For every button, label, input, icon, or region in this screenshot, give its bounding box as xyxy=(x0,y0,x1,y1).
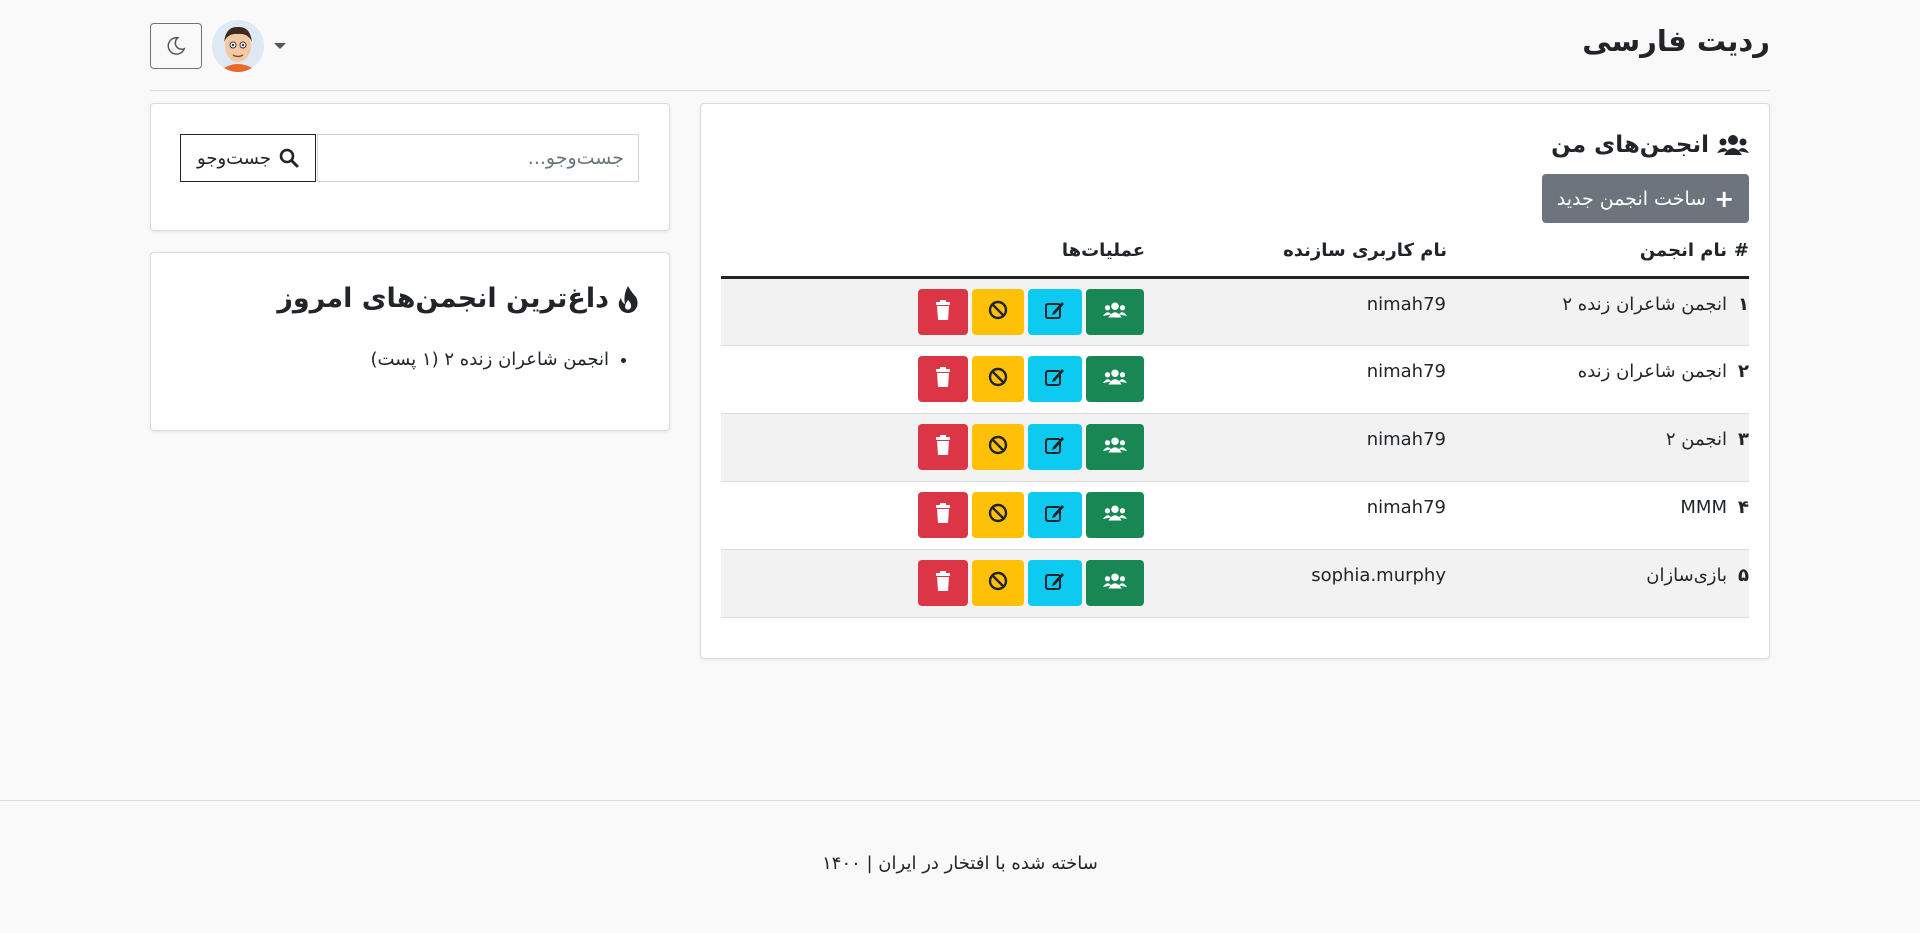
edit-icon xyxy=(1044,299,1066,326)
users-icon xyxy=(1717,135,1749,155)
trash-icon xyxy=(935,366,951,392)
ban-button[interactable] xyxy=(972,289,1024,335)
trash-icon xyxy=(935,570,951,596)
brand-logo[interactable]: ردیت فارسی xyxy=(1582,24,1770,58)
plus-icon: + xyxy=(1714,184,1735,213)
chevron-down-icon[interactable] xyxy=(274,43,286,49)
users-icon xyxy=(1103,572,1127,595)
members-button[interactable] xyxy=(1086,424,1144,470)
table-row: ۱ انجمن شاعران زنده ۲ nimah79 xyxy=(721,277,1749,346)
creator-username: nimah79 xyxy=(1145,277,1447,346)
forum-name[interactable]: بازی‌سازان xyxy=(1447,549,1727,618)
footer-text: ساخته شده با افتخار در ایران | ۱۴۰۰ xyxy=(822,853,1098,874)
ban-icon xyxy=(988,435,1008,460)
row-operations xyxy=(721,549,1145,618)
delete-button[interactable] xyxy=(918,560,968,606)
table-row: ۳ انجمن ۲ nimah79 xyxy=(721,413,1749,482)
users-icon xyxy=(1103,436,1127,459)
row-number: ۲ xyxy=(1727,345,1749,414)
search-input[interactable] xyxy=(317,134,639,182)
search-card: جست‌وجو xyxy=(150,103,670,231)
trash-icon xyxy=(935,434,951,460)
users-icon xyxy=(1103,301,1127,324)
list-item[interactable]: انجمن شاعران زنده ۲ (۱ پست) xyxy=(370,349,609,370)
forum-name[interactable]: انجمن ۲ xyxy=(1447,413,1727,482)
creator-username: nimah79 xyxy=(1145,481,1447,550)
creator-username: nimah79 xyxy=(1145,345,1447,414)
ban-icon xyxy=(988,571,1008,596)
new-forum-button[interactable]: + ساخت انجمن جدید xyxy=(1542,174,1749,223)
row-operations xyxy=(721,481,1145,550)
card-title: انجمن‌های من xyxy=(1551,132,1749,158)
col-forum-name: نام انجمن xyxy=(1447,224,1727,279)
ban-button[interactable] xyxy=(972,356,1024,402)
edit-button[interactable] xyxy=(1028,424,1082,470)
hot-forums-card: داغ‌ترین انجمن‌های امروز انجمن شاعران زن… xyxy=(150,252,670,431)
table-row: ۲ انجمن شاعران زنده nimah79 xyxy=(721,345,1749,414)
col-creator: نام کاربری سازنده xyxy=(1145,224,1447,279)
fire-icon xyxy=(618,285,638,313)
user-area xyxy=(150,20,286,72)
row-number: ۱ xyxy=(1727,277,1749,346)
ban-icon xyxy=(988,300,1008,325)
avatar[interactable] xyxy=(212,20,264,72)
ban-icon xyxy=(988,367,1008,392)
forum-name[interactable]: انجمن شاعران زنده xyxy=(1447,345,1727,414)
moon-icon xyxy=(167,36,186,55)
members-button[interactable] xyxy=(1086,356,1144,402)
edit-icon xyxy=(1044,502,1066,529)
delete-button[interactable] xyxy=(918,289,968,335)
edit-button[interactable] xyxy=(1028,492,1082,538)
table-row: ۵ بازی‌سازان sophia.murphy xyxy=(721,549,1749,618)
users-icon xyxy=(1103,504,1127,527)
ban-button[interactable] xyxy=(972,560,1024,606)
edit-button[interactable] xyxy=(1028,356,1082,402)
hot-forums-list: انجمن شاعران زنده ۲ (۱ پست) xyxy=(370,349,639,370)
edit-icon xyxy=(1044,366,1066,393)
row-number: ۴ xyxy=(1727,481,1749,550)
row-operations xyxy=(721,277,1145,346)
users-icon xyxy=(1103,368,1127,391)
creator-username: nimah79 xyxy=(1145,413,1447,482)
ban-button[interactable] xyxy=(972,424,1024,470)
row-number: ۵ xyxy=(1727,549,1749,618)
ban-icon xyxy=(988,503,1008,528)
row-operations xyxy=(721,413,1145,482)
edit-icon xyxy=(1044,434,1066,461)
col-number: # xyxy=(1727,224,1749,279)
trash-icon xyxy=(935,299,951,325)
edit-icon xyxy=(1044,570,1066,597)
row-operations xyxy=(721,345,1145,414)
hot-title-text: داغ‌ترین انجمن‌های امروز xyxy=(277,283,609,314)
creator-username: sophia.murphy xyxy=(1145,549,1447,618)
edit-button[interactable] xyxy=(1028,560,1082,606)
theme-toggle-button[interactable] xyxy=(150,23,202,69)
ban-button[interactable] xyxy=(972,492,1024,538)
my-forums-card: انجمن‌های من + ساخت انجمن جدید # نام انج… xyxy=(700,103,1770,659)
row-number: ۳ xyxy=(1727,413,1749,482)
title-text: انجمن‌های من xyxy=(1551,132,1709,158)
footer: ساخته شده با افتخار در ایران | ۱۴۰۰ xyxy=(0,800,1920,933)
table-row: ۴ MMM nimah79 xyxy=(721,481,1749,550)
trash-icon xyxy=(935,502,951,528)
search-button-label: جست‌وجو xyxy=(197,147,271,169)
search-icon xyxy=(279,148,299,168)
forum-name[interactable]: MMM xyxy=(1447,481,1727,550)
hot-title: داغ‌ترین انجمن‌های امروز xyxy=(277,283,639,314)
navbar: ردیت فارسی xyxy=(150,0,1770,91)
members-button[interactable] xyxy=(1086,560,1144,606)
members-button[interactable] xyxy=(1086,492,1144,538)
new-forum-label: ساخت انجمن جدید xyxy=(1556,187,1707,210)
delete-button[interactable] xyxy=(918,356,968,402)
forums-table: # نام انجمن نام کاربری سازنده عملیات‌ها … xyxy=(721,224,1749,618)
delete-button[interactable] xyxy=(918,424,968,470)
forum-name[interactable]: انجمن شاعران زنده ۲ xyxy=(1447,277,1727,346)
delete-button[interactable] xyxy=(918,492,968,538)
search-button[interactable]: جست‌وجو xyxy=(180,134,316,182)
edit-button[interactable] xyxy=(1028,289,1082,335)
col-operations: عملیات‌ها xyxy=(721,224,1145,279)
members-button[interactable] xyxy=(1086,289,1144,335)
